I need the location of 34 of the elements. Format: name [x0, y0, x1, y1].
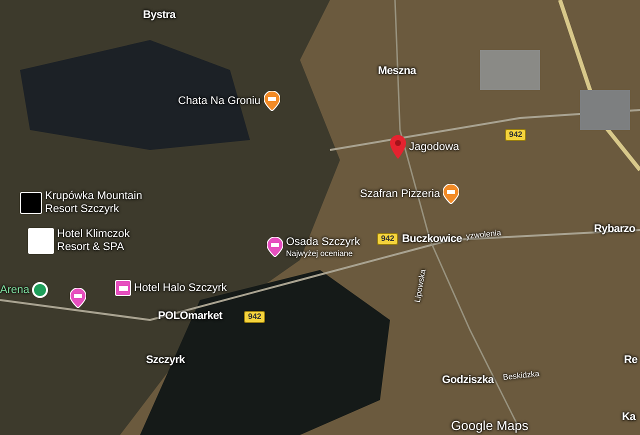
- logo-thumbnail[interactable]: [20, 192, 42, 214]
- poi-label: Hotel Halo Szczyrk: [134, 281, 227, 296]
- place-label: Buczkowice: [402, 232, 462, 247]
- place-label: Meszna: [378, 64, 416, 79]
- road-number-badge: 942: [244, 311, 266, 323]
- hotel-icon[interactable]: [115, 280, 131, 296]
- poi-label: Arena: [0, 283, 30, 298]
- place-label: Rybarzo: [594, 222, 636, 237]
- poi-label: Hotel Klimczok Resort & SPA: [57, 228, 130, 254]
- place-label: Ka: [622, 410, 636, 425]
- place-label: Bystra: [143, 8, 176, 23]
- hotel-pin-icon[interactable]: [70, 288, 86, 308]
- poi-label: Krupówka Mountain Resort Szczyrk: [45, 190, 142, 216]
- location-pin-icon[interactable]: [390, 135, 406, 159]
- logo-thumbnail[interactable]: [28, 228, 54, 254]
- place-label: Godziszka: [442, 373, 494, 388]
- poi-label: Szafran Pizzeria: [360, 186, 440, 202]
- restaurant-pin-icon[interactable]: [264, 91, 280, 111]
- street-label: Beskidzka: [502, 368, 540, 384]
- restaurant-pin-icon[interactable]: [443, 184, 460, 204]
- place-label: Szczyrk: [146, 353, 185, 368]
- hotel-pin-icon[interactable]: [267, 237, 283, 257]
- place-label: Re: [624, 353, 638, 368]
- place-label: POLOmarket: [158, 309, 222, 324]
- road-number-badge: 942: [377, 233, 398, 245]
- poi-subtitle: Najwyżej oceniane: [286, 248, 354, 259]
- street-label: Lipowska: [412, 268, 429, 304]
- street-label: yzwolenia: [465, 227, 502, 243]
- map-logo-text: Google Maps: [451, 417, 528, 435]
- road-number-badge: 942: [505, 129, 526, 141]
- poi-label: Osada Szczyrk: [286, 237, 360, 248]
- poi-label: Jagodowa: [409, 140, 460, 155]
- poi-label: Chata Na Groniu: [178, 94, 261, 109]
- bed-icon: [118, 286, 128, 291]
